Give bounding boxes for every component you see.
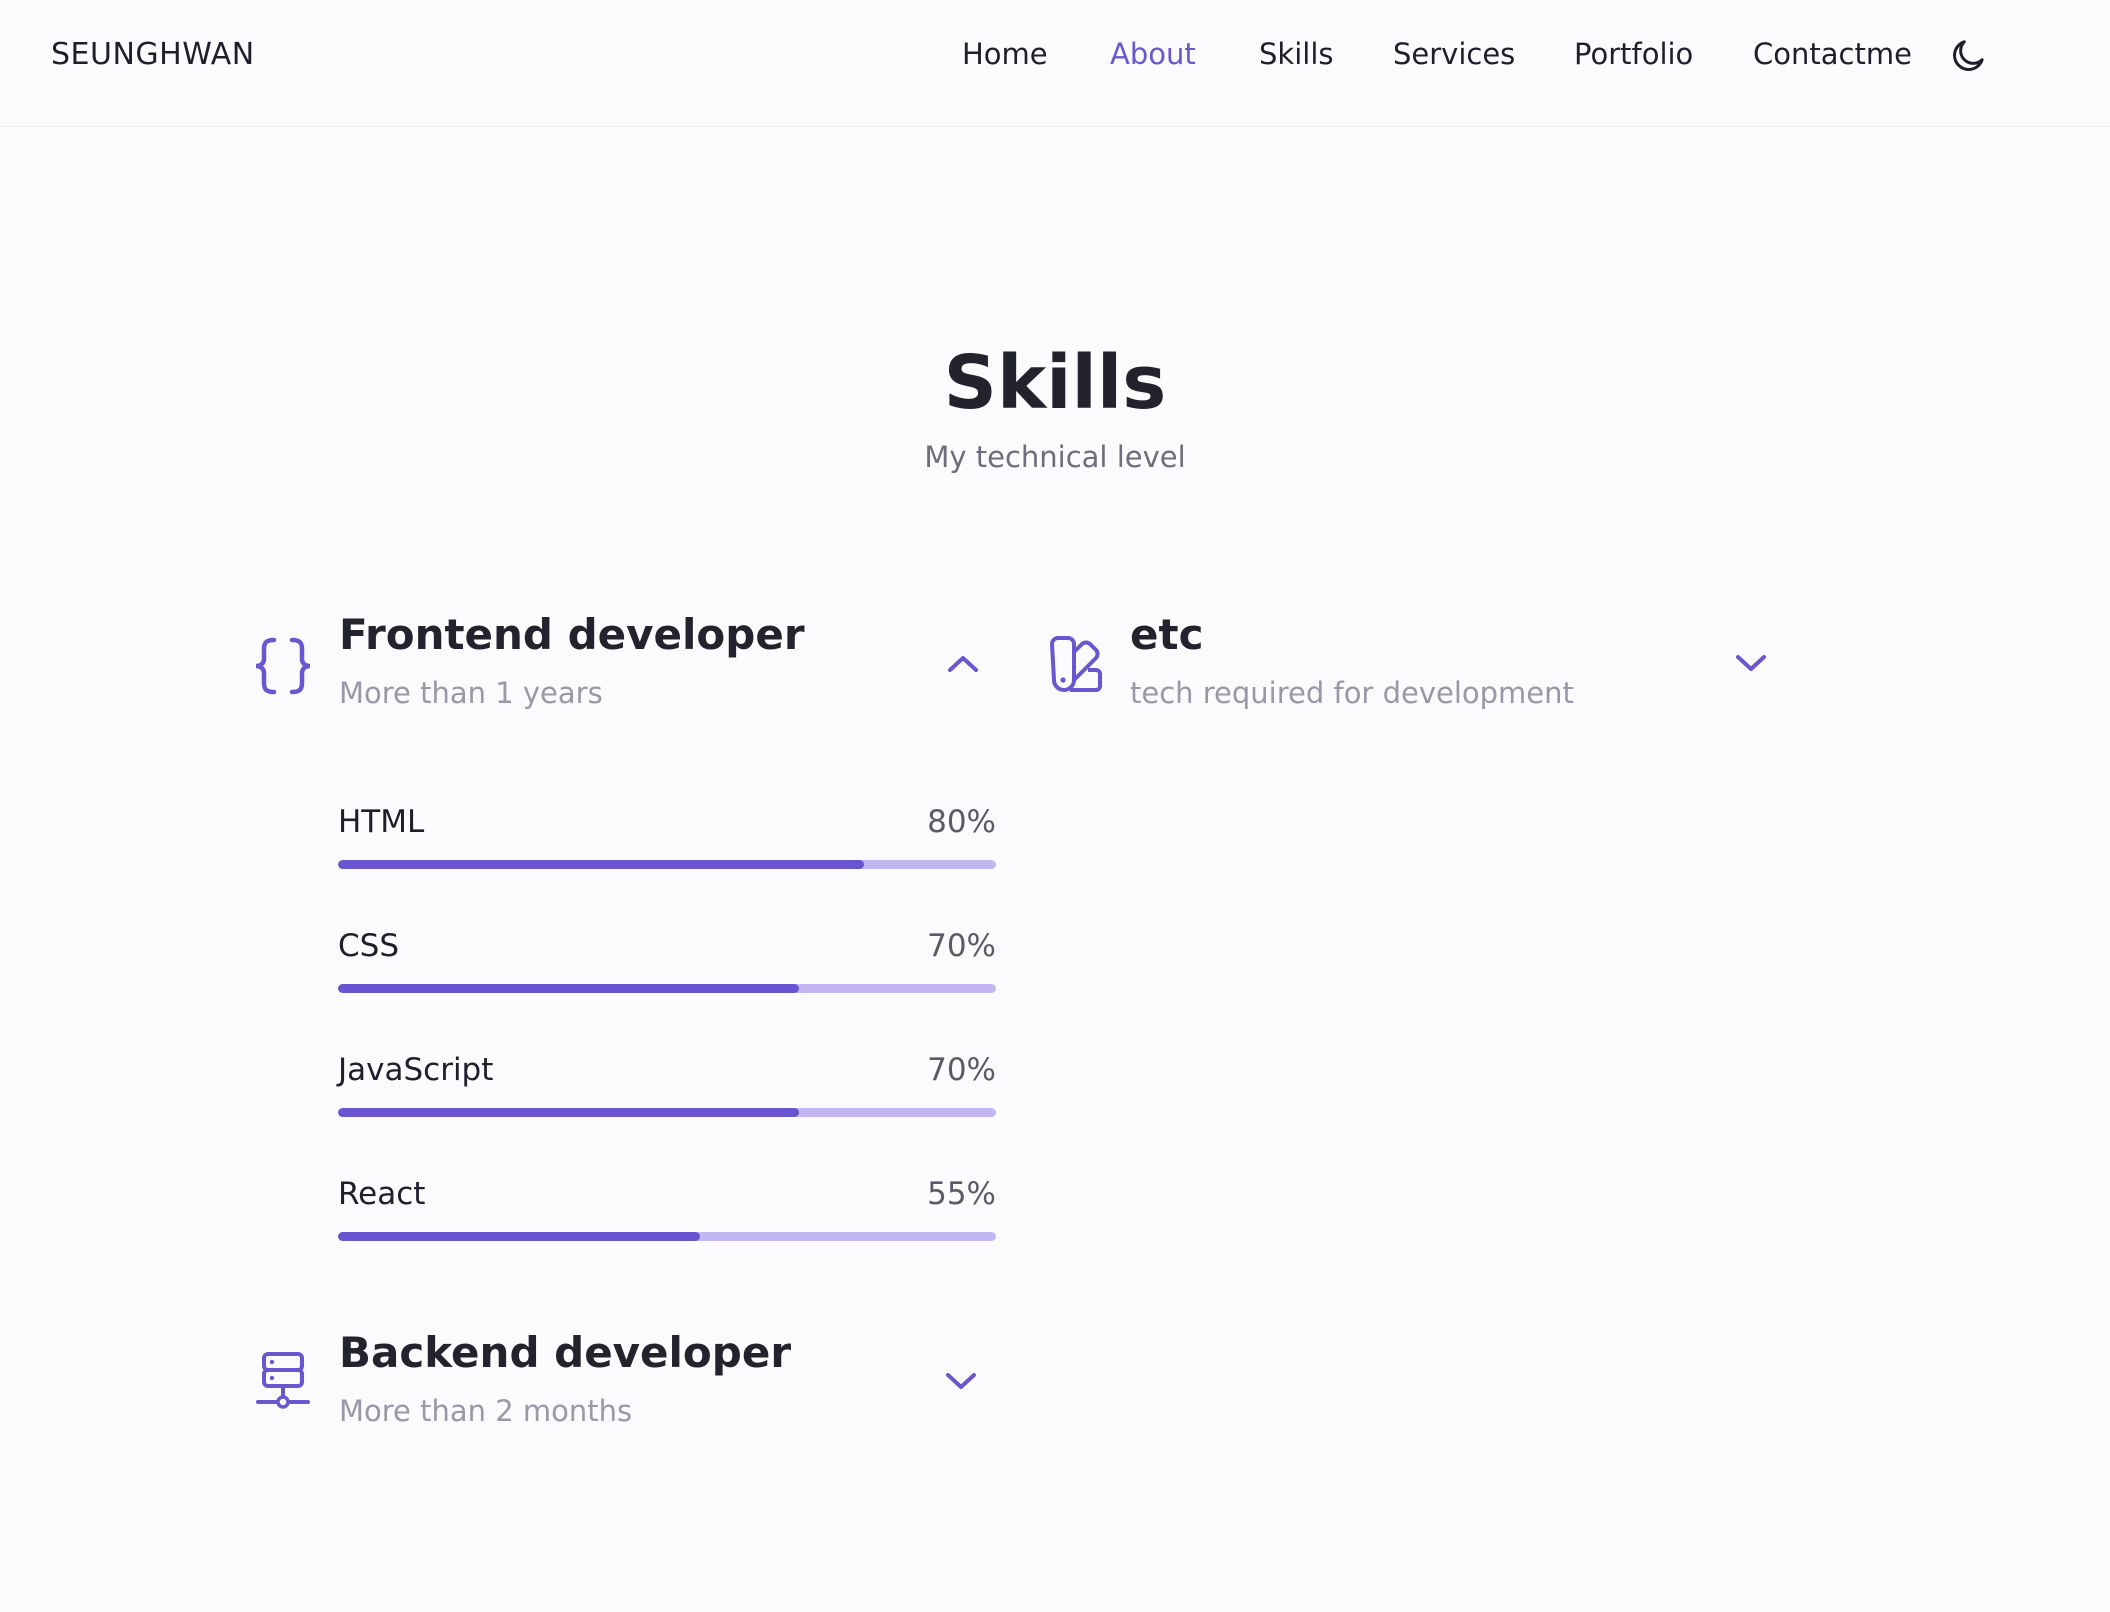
skill-name: JavaScript (338, 1052, 494, 1088)
skill-bar-fill (338, 860, 865, 869)
section-title: Skills (943, 340, 1167, 426)
swatchbook-icon (1050, 636, 1102, 692)
nav-services[interactable]: Services (1393, 37, 1515, 71)
backend-group-title: Backend developer (339, 1328, 792, 1377)
etc-group-title: etc (1130, 610, 1204, 659)
nav-skills[interactable]: Skills (1259, 37, 1333, 71)
skill-percent: 70% (927, 1052, 996, 1088)
skill-row-html: HTML 80% (338, 804, 996, 874)
skill-bar-track (338, 1232, 996, 1241)
skill-name: CSS (338, 928, 400, 964)
etc-group-subtitle: tech required for development (1130, 676, 1574, 710)
braces-icon (255, 637, 311, 695)
frontend-group-title: Frontend developer (339, 610, 805, 659)
skill-bar-fill (338, 1108, 799, 1117)
skill-bar-fill (338, 1232, 700, 1241)
site-header: SEUNGHWAN Home About Skills Services Por… (0, 0, 2110, 127)
skill-bar-fill (338, 984, 799, 993)
skill-percent: 70% (927, 928, 996, 964)
skill-row-css: CSS 70% (338, 928, 996, 998)
main-nav: Home About Skills Services Portfolio Con… (0, 37, 2110, 77)
nav-contactme[interactable]: Contactme (1753, 37, 1912, 71)
backend-group-header[interactable]: Backend developer More than 2 months (250, 1328, 990, 1438)
nav-about[interactable]: About (1110, 37, 1196, 71)
nav-home[interactable]: Home (962, 37, 1048, 71)
skill-percent: 55% (927, 1176, 996, 1212)
skill-bar-track (338, 860, 996, 869)
frontend-group-header[interactable]: Frontend developer More than 1 years (250, 610, 990, 720)
skill-bar-track (338, 1108, 996, 1117)
chevron-down-icon[interactable] (944, 1370, 978, 1392)
moon-icon (1953, 40, 1984, 71)
frontend-group-subtitle: More than 1 years (339, 676, 603, 710)
theme-toggle-button[interactable] (1948, 36, 1988, 76)
skill-row-react: React 55% (338, 1176, 996, 1246)
skill-row-javascript: JavaScript 70% (338, 1052, 996, 1122)
backend-group-subtitle: More than 2 months (339, 1394, 633, 1428)
skill-name: React (338, 1176, 426, 1212)
skill-bar-track (338, 984, 996, 993)
skill-percent: 80% (927, 804, 996, 840)
skill-name: HTML (338, 804, 425, 840)
chevron-up-icon[interactable] (946, 652, 980, 674)
etc-group-header[interactable]: etc tech required for development (1040, 610, 1780, 720)
chevron-down-icon[interactable] (1734, 652, 1768, 674)
nav-portfolio[interactable]: Portfolio (1574, 37, 1693, 71)
server-icon (256, 1352, 310, 1409)
section-subtitle: My technical level (924, 440, 1186, 474)
